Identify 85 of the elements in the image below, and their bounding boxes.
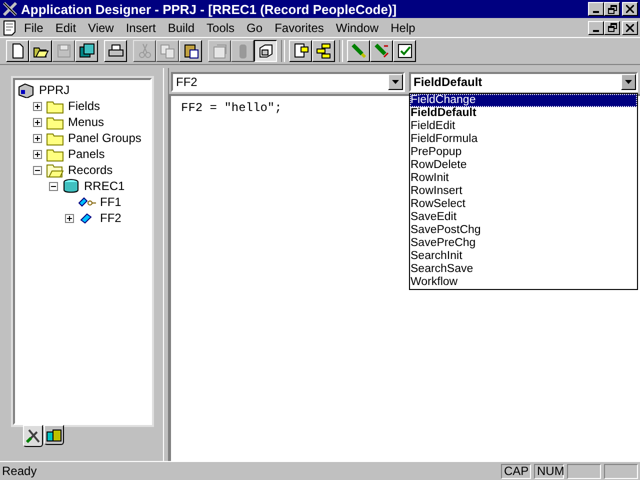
- project-icon: [17, 82, 35, 98]
- minimize-button[interactable]: [588, 20, 604, 34]
- status-indicator: CAP: [501, 464, 531, 478]
- dropdown-option[interactable]: FieldChange: [410, 94, 637, 107]
- flashlight-replace-icon: [374, 43, 390, 59]
- dropdown-option[interactable]: RowInsert: [410, 185, 637, 198]
- tree-item[interactable]: Panels: [66, 147, 107, 161]
- menu-item[interactable]: Edit: [49, 20, 82, 34]
- menu-item[interactable]: View: [82, 20, 120, 34]
- object-dropdown[interactable]: FF2: [171, 72, 404, 92]
- expand-button[interactable]: [33, 150, 44, 158]
- collapse-button[interactable]: [49, 182, 60, 190]
- tree-item[interactable]: Menus: [66, 115, 106, 129]
- close-button[interactable]: [622, 20, 638, 34]
- menu-item[interactable]: Go: [240, 20, 269, 34]
- restore-button[interactable]: [604, 20, 620, 34]
- dropdown-option[interactable]: SavePreChg: [410, 237, 637, 250]
- dropdown-option[interactable]: SearchSave: [410, 263, 637, 276]
- status-panel: [604, 464, 638, 478]
- restore-icon: [608, 23, 616, 32]
- clipboard-icon: [182, 43, 198, 59]
- tools-icon: [25, 428, 41, 444]
- dropdown-option[interactable]: RowInit: [410, 172, 637, 185]
- dropdown-option[interactable]: FieldDefault: [410, 107, 637, 120]
- menu-item[interactable]: File: [18, 20, 50, 34]
- status-indicator: NUM: [534, 464, 564, 478]
- expand-button[interactable]: [33, 102, 44, 110]
- properties-icon: [212, 43, 228, 59]
- code-line: FF2 = "hello";: [181, 101, 282, 115]
- project-box-icon: [258, 43, 274, 59]
- dropdown-option[interactable]: FieldFormula: [410, 133, 637, 146]
- window-title: Application Designer - PPRJ - [RREC1 (Record PeopleCode)]: [21, 2, 398, 16]
- dropdown-option[interactable]: SavePostChg: [410, 224, 637, 237]
- document-icon[interactable]: [2, 20, 18, 36]
- tree-item[interactable]: RREC1: [82, 179, 127, 193]
- restore-button[interactable]: [604, 2, 620, 16]
- open-folder-icon: [46, 162, 64, 178]
- document-icon: [292, 43, 308, 59]
- minimize-button[interactable]: [588, 2, 604, 16]
- toolbar-button[interactable]: [254, 40, 277, 62]
- scissors-icon: [136, 43, 152, 59]
- tree-item[interactable]: Fields: [66, 99, 102, 113]
- printer-icon: [108, 43, 124, 59]
- tree-item[interactable]: Panel Groups: [66, 131, 144, 145]
- event-dropdown[interactable]: FieldDefault: [408, 72, 638, 92]
- boxes-icon: [46, 427, 62, 443]
- tree-tab[interactable]: [44, 425, 64, 445]
- status-message: Ready: [2, 464, 38, 478]
- flowchart-icon: [316, 43, 332, 59]
- dropdown-option[interactable]: Workflow: [410, 276, 637, 289]
- tree-item[interactable]: PPRJ: [37, 83, 72, 97]
- restore-icon: [608, 4, 616, 14]
- menu-item[interactable]: Build: [162, 20, 201, 34]
- tools-icon: [2, 1, 18, 17]
- new-file-icon: [10, 43, 26, 59]
- dropdown-option[interactable]: SaveEdit: [410, 211, 637, 224]
- menu-item[interactable]: Favorites: [268, 20, 330, 34]
- menu-item[interactable]: Window: [330, 20, 385, 34]
- floppy-disks-icon: [78, 43, 94, 59]
- dropdown-option[interactable]: PrePopup: [410, 146, 637, 159]
- database-icon: [62, 178, 80, 194]
- close-button[interactable]: [622, 2, 638, 16]
- menu-item[interactable]: Help: [384, 20, 422, 34]
- dropdown-option[interactable]: RowDelete: [410, 159, 637, 172]
- dropdown-option[interactable]: FieldEdit: [410, 120, 637, 133]
- status-panel: [567, 464, 601, 478]
- dropdown-option[interactable]: SearchInit: [410, 250, 637, 263]
- tree-tab[interactable]: [23, 425, 43, 447]
- close-icon: [626, 5, 634, 13]
- close-icon: [626, 24, 634, 32]
- expand-button[interactable]: [33, 134, 44, 142]
- checkbox-icon: [396, 43, 412, 59]
- copy-pages-icon: [160, 43, 176, 59]
- menu-item[interactable]: Insert: [120, 20, 162, 34]
- tree-item[interactable]: Records: [66, 163, 115, 177]
- tree-item[interactable]: FF1: [98, 195, 124, 209]
- dropdown-option[interactable]: RowSelect: [410, 198, 637, 211]
- menu-item[interactable]: Tools: [200, 20, 241, 34]
- expand-button[interactable]: [33, 118, 44, 126]
- flashlight-icon: [350, 43, 366, 59]
- minimize-icon: [593, 11, 599, 13]
- expand-button[interactable]: [65, 214, 76, 222]
- tree-item[interactable]: FF2: [98, 211, 124, 225]
- minimize-icon: [593, 30, 599, 32]
- collapse-button[interactable]: [33, 166, 44, 174]
